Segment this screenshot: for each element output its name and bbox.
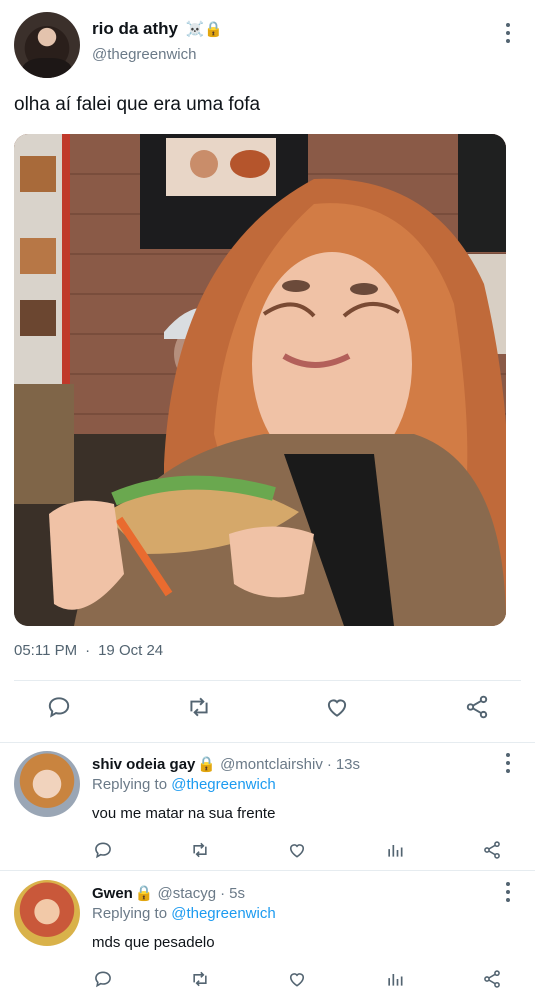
like-icon[interactable]: [286, 968, 308, 990]
reply-text: vou me matar na sua frente: [92, 805, 276, 822]
reply-author-name[interactable]: shiv odeia gay: [92, 756, 195, 773]
reply-text: mds que pesadelo: [92, 934, 215, 951]
tweet-header: rio da athy ☠️🔒 @thegreenwich: [0, 0, 535, 90]
reply-tweet[interactable]: Gwen 🔒 @stacyg · 5s Replying to @thegreenwic…: [0, 872, 535, 1000]
replying-to: Replying to @thegreenwich: [92, 776, 276, 793]
tweet-photo[interactable]: [14, 134, 506, 626]
analytics-icon[interactable]: [384, 968, 406, 990]
reply-avatar[interactable]: [14, 880, 80, 946]
more-vertical-icon[interactable]: [505, 882, 511, 902]
author-name[interactable]: rio da athy ☠️🔒: [92, 19, 223, 39]
tweet-timestamp[interactable]: 05:11 PM · 19 Oct 24: [14, 642, 163, 659]
replying-prefix: Replying to: [92, 905, 168, 922]
replying-mention[interactable]: @thegreenwich: [171, 905, 275, 922]
reply-icon[interactable]: [92, 839, 114, 861]
reply-actions: [0, 968, 535, 994]
reply-tweet[interactable]: shiv odeia gay 🔒 @montclairshiv · 13s Replyi…: [0, 743, 535, 871]
separator: ·: [326, 756, 332, 773]
reply-time: 13s: [335, 756, 361, 773]
timestamp-dot: ·: [85, 642, 91, 659]
reply-name-line: Gwen 🔒 @stacyg · 5s: [92, 884, 245, 902]
author-handle[interactable]: @thegreenwich: [92, 46, 196, 63]
author-avatar[interactable]: [14, 12, 80, 78]
reply-time: 5s: [229, 885, 245, 902]
author-badges: ☠️🔒: [185, 21, 224, 38]
reply-icon[interactable]: [92, 968, 114, 990]
retweet-icon[interactable]: [184, 692, 214, 722]
divider: [0, 870, 535, 871]
lock-icon: 🔒: [197, 756, 217, 773]
replying-prefix: Replying to: [92, 776, 168, 793]
replying-mention[interactable]: @thegreenwich: [171, 776, 275, 793]
tweet-date: 19 Oct 24: [98, 642, 164, 659]
replying-to: Replying to @thegreenwich: [92, 905, 276, 922]
share-icon[interactable]: [481, 968, 503, 990]
like-icon[interactable]: [286, 839, 308, 861]
reply-author-handle[interactable]: @stacyg: [158, 885, 217, 902]
reply-name-line: shiv odeia gay 🔒 @montclairshiv · 13s: [92, 755, 360, 773]
author-name-text: rio da athy: [92, 19, 178, 38]
reply-icon[interactable]: [44, 692, 74, 722]
separator: ·: [220, 885, 226, 902]
more-vertical-icon[interactable]: [505, 753, 511, 773]
photo-illustration: [14, 134, 506, 626]
share-icon[interactable]: [481, 839, 503, 861]
retweet-icon[interactable]: [189, 839, 211, 861]
analytics-icon[interactable]: [384, 839, 406, 861]
reply-author-handle[interactable]: @montclairshiv: [220, 756, 323, 773]
tweet-actions: [0, 692, 535, 732]
share-icon[interactable]: [462, 692, 492, 722]
reply-avatar[interactable]: [14, 751, 80, 817]
tweet-time: 05:11 PM: [14, 642, 78, 659]
divider: [14, 680, 521, 681]
like-icon[interactable]: [322, 692, 352, 722]
reply-author-name[interactable]: Gwen: [92, 885, 133, 902]
tweet-text: olha aí falei que era uma fofa: [14, 94, 261, 115]
retweet-icon[interactable]: [189, 968, 211, 990]
lock-icon: 🔒: [134, 885, 154, 902]
more-vertical-icon[interactable]: [505, 23, 511, 43]
reply-actions: [0, 839, 535, 865]
